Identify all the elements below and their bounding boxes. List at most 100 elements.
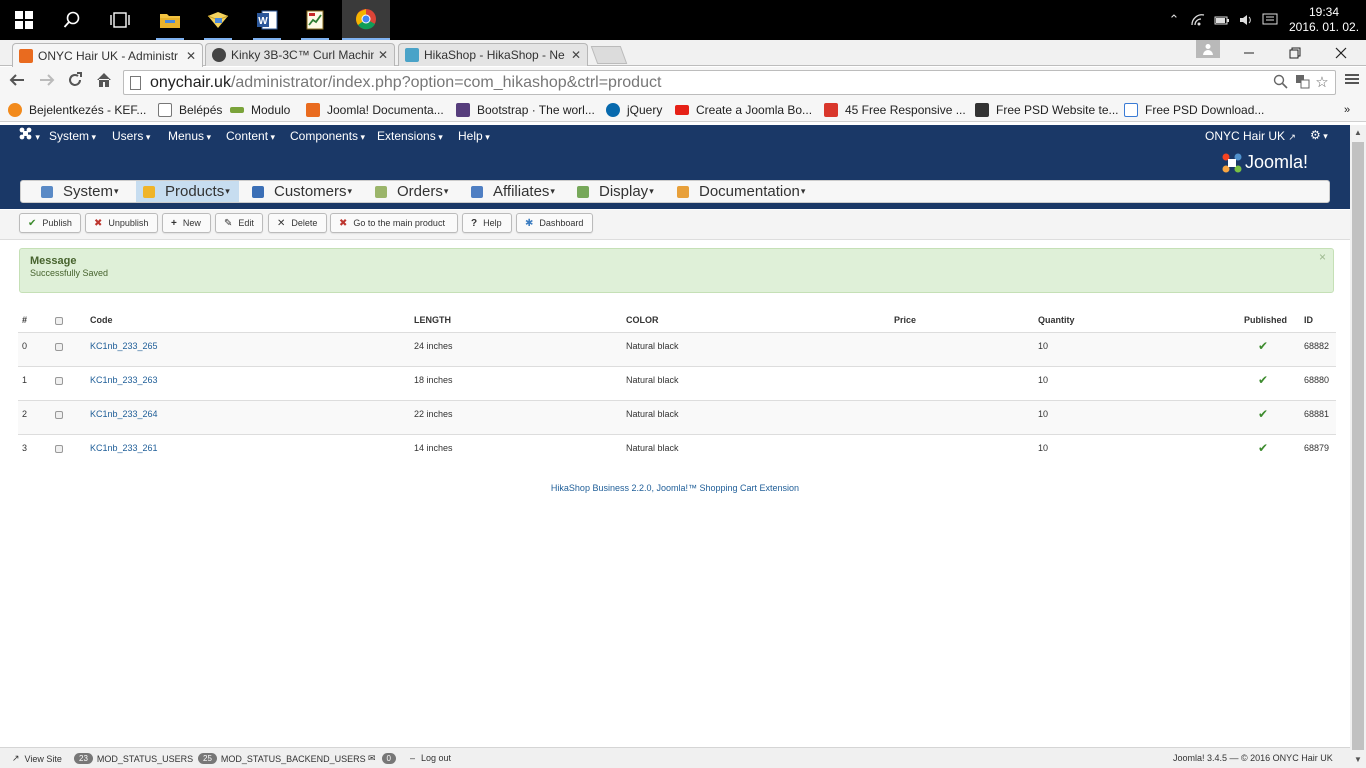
published-check-icon[interactable]: ✔ <box>1258 339 1268 353</box>
col-published[interactable]: Published <box>1244 315 1287 325</box>
vertical-scrollbar[interactable]: ▲ ▼ <box>1350 125 1366 768</box>
logout-link[interactable]: – Log out <box>410 753 451 763</box>
bookmark-item[interactable]: Free PSD Website te... <box>975 101 1119 119</box>
chrome-button[interactable] <box>342 0 390 40</box>
hikashop-credit-link[interactable]: HikaShop Business 2.2.0, Joomla!™ Shoppi… <box>0 483 1350 493</box>
bookmark-item[interactable]: 45 Free Responsive ... <box>824 101 966 119</box>
translate-icon[interactable] <box>1293 74 1311 92</box>
back-button[interactable] <box>6 71 28 93</box>
menu-users[interactable]: Users <box>112 129 150 143</box>
bookmark-star-icon[interactable]: ☆ <box>1313 74 1331 92</box>
col-price[interactable]: Price <box>894 315 916 325</box>
bookmark-item[interactable]: Joomla! Documenta... <box>306 101 444 119</box>
published-check-icon[interactable]: ✔ <box>1258 441 1268 455</box>
product-code-link[interactable]: KC1nb_233_263 <box>90 375 158 385</box>
restore-button[interactable] <box>1272 40 1318 66</box>
zoom-icon[interactable] <box>1271 74 1289 92</box>
published-check-icon[interactable]: ✔ <box>1258 373 1268 387</box>
menu-system[interactable]: System <box>49 129 96 143</box>
dashboard-button[interactable]: ✱ Dashboard <box>516 213 593 233</box>
new-tab-button[interactable] <box>590 46 628 64</box>
battery-icon[interactable] <box>1210 0 1234 40</box>
close-tab-icon[interactable]: ✕ <box>571 48 581 62</box>
row-checkbox[interactable] <box>55 343 63 353</box>
delete-button[interactable]: ✕ Delete <box>268 213 327 233</box>
minimize-button[interactable] <box>1226 40 1272 66</box>
col-length[interactable]: LENGTH <box>414 315 451 325</box>
tab-kinky-curl[interactable]: Kinky 3B-3C™ Curl Machin ✕ <box>205 43 395 66</box>
bookmarks-overflow-icon[interactable]: » <box>1344 101 1350 119</box>
menu-menus[interactable]: Menus <box>168 129 211 143</box>
tab-onyc-admin[interactable]: ONYC Hair UK - Administr ✕ <box>12 43 203 67</box>
settings-dropdown[interactable]: ⚙ ▾ <box>1310 128 1328 142</box>
hika-menu-display[interactable]: Display ▾ <box>577 181 654 202</box>
tab-hikashop[interactable]: HikaShop - HikaShop - Ne ✕ <box>398 43 588 66</box>
close-tab-icon[interactable]: ✕ <box>378 48 388 62</box>
published-check-icon[interactable]: ✔ <box>1258 407 1268 421</box>
site-name-link[interactable]: ONYC Hair UK ↗ <box>1205 129 1296 143</box>
scroll-thumb[interactable] <box>1352 142 1364 750</box>
menu-help[interactable]: Help <box>458 129 490 143</box>
menu-extensions[interactable]: Extensions <box>377 129 443 143</box>
bookmark-item[interactable]: Bejelentkezés - KEF... <box>8 101 146 119</box>
view-site-link[interactable]: ↗ View Site <box>12 753 62 764</box>
file-explorer-button[interactable] <box>146 0 194 40</box>
address-bar[interactable]: onychair.uk/administrator/index.php?opti… <box>123 70 1336 95</box>
menu-content[interactable]: Content <box>226 129 275 143</box>
profile-icon[interactable] <box>1196 40 1220 58</box>
bookmark-item[interactable]: Belépés <box>158 101 222 119</box>
help-button[interactable]: ? Help <box>462 213 512 233</box>
hika-menu-orders[interactable]: Orders ▾ <box>375 181 448 202</box>
volume-icon[interactable] <box>1234 0 1258 40</box>
product-code-link[interactable]: KC1nb_233_264 <box>90 409 158 419</box>
hika-menu-customers[interactable]: Customers ▾ <box>252 181 352 202</box>
col-id[interactable]: ID <box>1304 315 1313 325</box>
bookmarks-bar: Bejelentkezés - KEF... Belépés Modulo Jo… <box>0 98 1366 122</box>
sticky-notes-button[interactable] <box>194 0 242 40</box>
scroll-down-icon[interactable]: ▼ <box>1350 752 1366 768</box>
bookmark-item[interactable]: Bootstrap · The worl... <box>456 101 595 119</box>
close-window-button[interactable] <box>1318 40 1364 66</box>
new-button[interactable]: + New <box>162 213 211 233</box>
main-product-button[interactable]: ✖ Go to the main product <box>330 213 458 233</box>
hika-menu-products[interactable]: Products ▾ <box>136 181 239 202</box>
word-button[interactable]: W <box>243 0 291 40</box>
row-checkbox[interactable] <box>55 411 63 421</box>
spreadsheet-button[interactable] <box>291 0 339 40</box>
start-button[interactable] <box>0 0 48 40</box>
select-all-checkbox[interactable] <box>55 317 63 327</box>
home-button[interactable] <box>93 71 115 93</box>
product-code-link[interactable]: KC1nb_233_265 <box>90 341 158 351</box>
row-checkbox[interactable] <box>55 445 63 455</box>
bookmark-item[interactable]: Modulo <box>230 101 290 119</box>
bookmark-item[interactable]: jQuery <box>606 101 662 119</box>
wifi-icon[interactable] <box>1186 0 1210 40</box>
scroll-up-icon[interactable]: ▲ <box>1350 125 1366 141</box>
unpublish-button[interactable]: ✖ Unpublish <box>85 213 158 233</box>
chevron-up-icon[interactable]: ⌃ <box>1162 0 1186 40</box>
hika-menu-affiliates[interactable]: Affiliates ▾ <box>471 181 555 202</box>
close-tab-icon[interactable]: ✕ <box>186 49 196 63</box>
task-view-button[interactable] <box>96 0 144 40</box>
notifications-icon[interactable] <box>1258 0 1282 40</box>
reload-button[interactable] <box>64 71 86 93</box>
col-code[interactable]: Code <box>90 315 113 325</box>
edit-button[interactable]: ✎ Edit <box>215 213 263 233</box>
messages-status[interactable]: ✉ 0 <box>368 753 400 764</box>
search-button[interactable] <box>48 0 96 40</box>
bookmark-item[interactable]: Free PSD Download... <box>1124 101 1264 119</box>
hika-menu-documentation[interactable]: Documentation ▾ <box>677 181 805 202</box>
row-checkbox[interactable] <box>55 377 63 387</box>
menu-components[interactable]: Components <box>290 129 365 143</box>
publish-button[interactable]: ✔ Publish <box>19 213 81 233</box>
product-code-link[interactable]: KC1nb_233_261 <box>90 443 158 453</box>
clock[interactable]: 19:34 2016. 01. 02. <box>1282 5 1366 35</box>
forward-button[interactable] <box>36 71 58 93</box>
close-message-icon[interactable]: × <box>1319 250 1326 264</box>
bookmark-item[interactable]: Create a Joomla Bo... <box>675 101 812 119</box>
col-quantity[interactable]: Quantity <box>1038 315 1075 325</box>
col-color[interactable]: COLOR <box>626 315 659 325</box>
joomla-logo-icon[interactable] <box>19 127 40 143</box>
hika-menu-system[interactable]: System ▾ <box>41 181 119 202</box>
chrome-menu-button[interactable] <box>1344 71 1360 92</box>
